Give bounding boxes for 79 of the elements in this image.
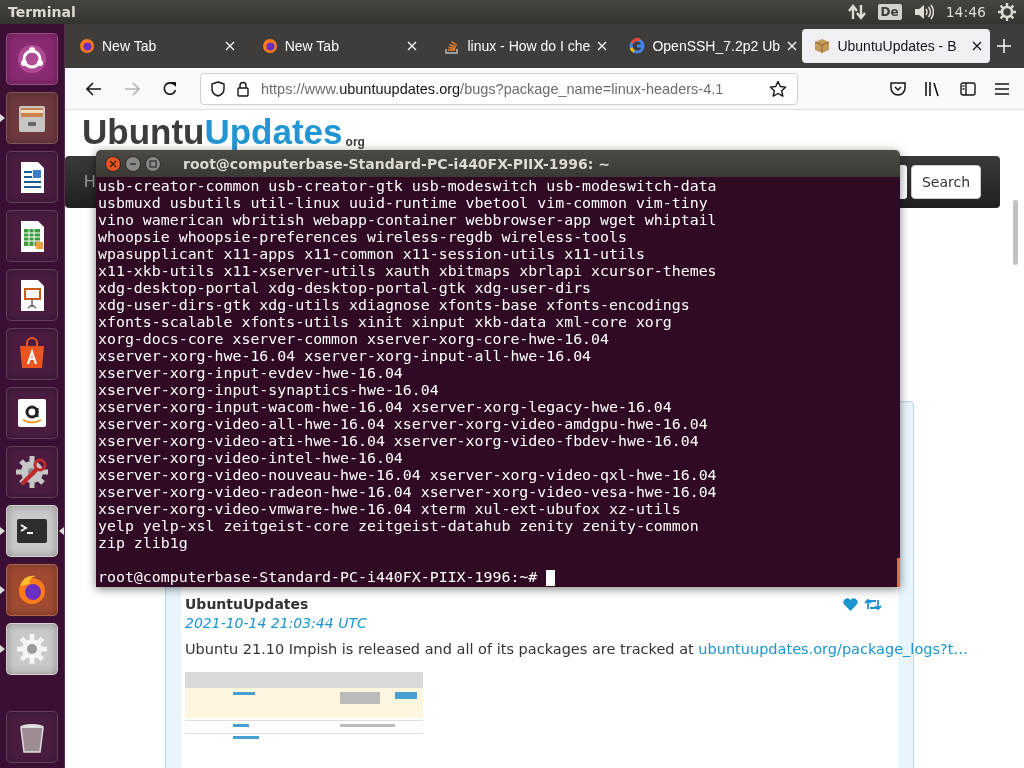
launcher-item[interactable] <box>6 504 58 557</box>
terminal-line: xserver-xorg-input-evdev-hwe-16.04 <box>98 365 404 382</box>
launcher-item[interactable] <box>6 150 58 203</box>
address-bar[interactable]: https://www.ubuntuupdates.org/bugs?package_name=linux-headers-4.1 <box>200 72 798 105</box>
minimize-button[interactable] <box>125 155 141 172</box>
lock-icon[interactable] <box>237 80 249 97</box>
heart-icon[interactable] <box>843 597 858 611</box>
keyboard-layout-indicator[interactable]: De <box>877 4 902 20</box>
settings-icon[interactable] <box>998 3 1016 21</box>
launcher-item[interactable] <box>6 327 58 380</box>
browser-tab[interactable]: New Tab <box>67 29 243 63</box>
search-button[interactable]: Search <box>911 165 981 199</box>
terminal-line: x11-xkb-utils x11-xserver-utils xauth xbitmaps xbrlapi xcursor-themes <box>98 263 718 280</box>
fox-globe-icon <box>261 38 278 54</box>
terminal-line: zip zlib1g <box>98 535 189 552</box>
retweet-icon[interactable] <box>864 597 882 611</box>
terminal-line: wpasupplicant x11-apps x11-common x11-session-utils x11-utils <box>98 246 646 263</box>
scrollbar-thumb[interactable] <box>1013 200 1018 265</box>
terminal-line: xserver-xorg-video-nouveau-hwe-16.04 xserver-xorg-video-qxl-hwe-16.04 <box>98 467 718 484</box>
terminal-line: xdg-desktop-portal xdg-desktop-portal-gtk xdg-user-dirs <box>98 280 593 297</box>
shell-prompt: root@computerbase-Standard-PC-i440FX-PIIX-1996:~# <box>98 569 538 586</box>
network-icon[interactable] <box>847 4 866 20</box>
maximize-button[interactable] <box>145 155 161 172</box>
nav-link[interactable]: H <box>84 173 96 191</box>
browser-tab[interactable]: UbuntuUpdates - B <box>802 29 990 63</box>
g-letter-logo-icon <box>629 38 646 54</box>
browser-tab[interactable]: New Tab <box>249 29 426 63</box>
site-logo[interactable]: UbuntuUpdates org <box>82 116 365 148</box>
launcher-item[interactable] <box>6 268 58 321</box>
terminal-line: xserver-xorg-input-wacom-hwe-16.04 xserver-xorg-legacy-hwe-16.04 <box>98 399 673 416</box>
volume-icon[interactable] <box>913 4 934 20</box>
close-button[interactable] <box>105 155 121 172</box>
launcher-item[interactable] <box>6 91 58 144</box>
launcher-item[interactable] <box>6 445 58 498</box>
sidebar-icon[interactable] <box>960 81 976 96</box>
url-text: https://www.ubuntuupdates.org/bugs?package_name=linux-headers-4.1 <box>261 80 725 97</box>
launcher-item[interactable] <box>6 386 58 439</box>
terminal-line: xdg-user-dirs-gtk xdg-utils xdiagnose xfonts-base xfonts-encodings <box>98 297 691 314</box>
menu-icon[interactable] <box>994 81 1010 96</box>
terminal-line: usb-creator-common usb-creator-gtk usb-modeswitch usb-modeswitch-data <box>98 178 718 195</box>
terminal-line: xserver-xorg-video-all-hwe-16.04 xserver-xorg-video-amdgpu-hwe-16.04 <box>98 416 709 433</box>
fox-globe-icon <box>79 38 95 54</box>
back-arrow-icon[interactable] <box>86 81 102 96</box>
close-icon[interactable] <box>972 41 982 51</box>
terminal-line: xfonts-scalable xfonts-utils xinit xinput xkb-data xml-core xorg <box>98 314 673 331</box>
terminal-line: xorg-docs-core xserver-common xserver-xorg-core-hwe-16.04 <box>98 331 610 348</box>
terminal-line: vino wamerican wbritish webapp-container webbrowser-app wget whiptail <box>98 212 718 229</box>
terminal-line: whoopsie whoopsie-preferences wireless-regdb wireless-tools <box>98 229 628 246</box>
terminal-line: xserver-xorg-video-intel-hwe-16.04 <box>98 450 404 467</box>
browser-tab[interactable]: linux - How do I che <box>432 29 611 63</box>
terminal-line: yelp yelp-xsl zeitgeist-core zeitgeist-datahub zenity zenity-common <box>98 518 700 535</box>
terminal-line: xserver-xorg-video-vmware-hwe-16.04 xterm xul-ext-ubufox xz-utils <box>98 501 682 518</box>
text-cursor <box>546 569 556 586</box>
window-title: root@computerbase-Standard-PC-i440FX-PIIX-1996: ~ <box>183 155 610 172</box>
terminal-line: xserver-xorg-input-synaptics-hwe-16.04 <box>98 382 440 399</box>
close-icon <box>109 159 117 168</box>
post-author: UbuntuUpdates <box>185 596 309 612</box>
stack-icon <box>444 38 461 54</box>
star-icon[interactable] <box>769 79 787 98</box>
active-app-name: Terminal <box>8 4 76 20</box>
package-icon <box>814 38 831 54</box>
shield-icon[interactable] <box>211 80 225 97</box>
browser-tab[interactable]: OpenSSH_7.2p2 Ub <box>617 29 796 63</box>
launcher-item[interactable] <box>6 32 58 85</box>
library-icon[interactable] <box>924 80 942 97</box>
launcher-item[interactable] <box>6 209 58 262</box>
reload-icon[interactable] <box>162 80 178 97</box>
terminal-line: xserver-xorg-video-radeon-hwe-16.04 xserver-xorg-video-vesa-hwe-16.04 <box>98 484 718 501</box>
clock[interactable]: 14:46 <box>945 4 986 20</box>
scrollbar-thumb[interactable] <box>897 558 900 587</box>
pocket-icon[interactable] <box>890 81 906 96</box>
maximize-icon <box>149 159 157 168</box>
launcher-item[interactable] <box>6 710 58 763</box>
new-tab-icon[interactable] <box>997 39 1011 53</box>
launcher-item[interactable] <box>6 563 58 616</box>
terminal-line: usbmuxd usbutils util-linux uuid-runtime vbetool vim-common vim-tiny <box>98 195 709 212</box>
launcher-item[interactable] <box>6 622 58 675</box>
terminal-line: xserver-xorg-hwe-16.04 xserver-xorg-input-all-hwe-16.04 <box>98 348 593 365</box>
terminal-line: xserver-xorg-video-ati-hwe-16.04 xserver-xorg-video-fbdev-hwe-16.04 <box>98 433 700 450</box>
